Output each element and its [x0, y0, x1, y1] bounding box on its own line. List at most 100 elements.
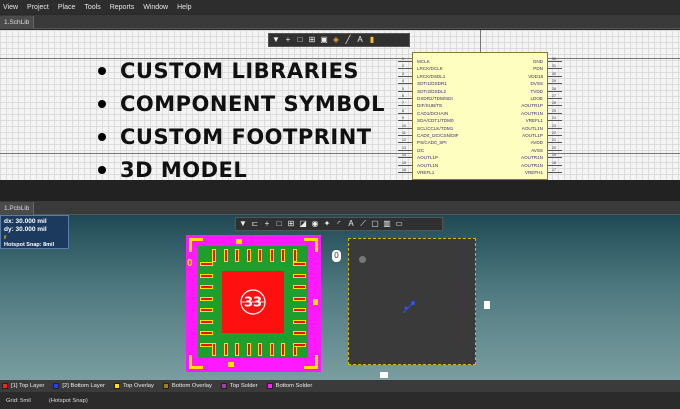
smd-pad[interactable] — [293, 262, 306, 266]
pin-stub-left[interactable] — [398, 98, 412, 99]
pin-stub-right[interactable] — [548, 98, 562, 99]
pin-stub-right[interactable] — [548, 127, 562, 129]
pin-stub-right[interactable] — [548, 157, 562, 159]
smd-pad[interactable] — [212, 249, 216, 262]
plus-icon[interactable]: + — [284, 34, 292, 46]
line-icon[interactable]: ╱ — [344, 34, 352, 46]
pin-stub-right[interactable] — [548, 105, 562, 107]
pin-stub-right[interactable] — [548, 112, 562, 114]
layer-tab[interactable]: Bottom Overlay — [162, 383, 212, 389]
pin-stub-left[interactable] — [398, 172, 412, 173]
text-icon[interactable]: A — [347, 218, 355, 230]
component-symbol-body[interactable]: MCLK GND LRCK/DCLK PDN LRCK/DSDL1 VDD18 SDTI1/… — [412, 52, 548, 180]
smd-pad[interactable] — [293, 308, 306, 312]
pin-stub-right[interactable] — [548, 149, 562, 151]
smd-pad[interactable] — [281, 249, 285, 262]
filter-icon[interactable]: ▼ — [239, 218, 247, 230]
pin-stub-left[interactable] — [398, 68, 412, 70]
smd-pad[interactable] — [200, 308, 213, 312]
pin-stub-left[interactable] — [398, 127, 412, 129]
rect-select-icon[interactable]: □ — [296, 34, 304, 46]
menu-reports[interactable]: Reports — [110, 4, 135, 11]
smd-pad[interactable] — [246, 249, 251, 262]
smd-pad[interactable] — [293, 331, 306, 335]
pin-stub-left[interactable] — [398, 164, 412, 166]
pin-stub-right[interactable] — [548, 68, 562, 70]
drop-icon[interactable]: ◉ — [311, 218, 319, 230]
pin-stub-left[interactable] — [398, 105, 412, 107]
smd-pad[interactable] — [235, 343, 239, 356]
pin-stub-right[interactable] — [548, 135, 562, 136]
pin-stub-right[interactable] — [548, 164, 562, 166]
smd-pad[interactable] — [200, 342, 213, 347]
arc-icon[interactable]: ◜ — [335, 218, 343, 230]
rect-select-icon[interactable]: □ — [275, 218, 283, 230]
align-icon[interactable]: ⊞ — [308, 34, 316, 46]
menu-place[interactable]: Place — [58, 4, 76, 11]
menu-tools[interactable]: Tools — [84, 4, 100, 11]
pin-stub-right[interactable] — [548, 83, 562, 85]
route-icon[interactable]: ⊏ — [251, 218, 259, 230]
eraser-icon[interactable]: ◪ — [299, 218, 307, 230]
pin-stub-left[interactable] — [398, 120, 412, 122]
footprint-qfn[interactable]: 33 — [186, 235, 321, 372]
smd-pad[interactable] — [200, 331, 213, 335]
menu-project[interactable]: Project — [27, 4, 49, 11]
pin-stub-left[interactable] — [398, 90, 412, 92]
component-icon[interactable]: ▣ — [320, 34, 328, 46]
pcb-canvas[interactable]: dx: 30.000 mil dy: 30.000 mil r Hotspot … — [0, 215, 680, 380]
pin-stub-right[interactable] — [548, 142, 562, 144]
pad-icon[interactable]: ✦ — [323, 218, 331, 230]
smd-pad[interactable] — [223, 249, 228, 262]
pin-stub-left[interactable] — [398, 157, 412, 159]
smd-pad[interactable] — [293, 319, 306, 324]
pin-stub-right[interactable] — [548, 90, 562, 92]
bar-chart-icon[interactable]: ▥ — [383, 218, 391, 230]
smd-pad[interactable] — [200, 273, 213, 278]
schematic-canvas[interactable]: ▼ + □ ⊞ ▣ ◈ ╱ A ▮ CUSTOM LIBRARIES COMPO… — [0, 30, 680, 180]
pin-stub-left[interactable] — [398, 75, 412, 77]
pin-stub-right[interactable] — [548, 172, 562, 173]
pin-stub-left[interactable] — [398, 135, 412, 136]
smd-pad[interactable] — [200, 262, 213, 266]
pin-stub-left[interactable] — [398, 112, 412, 114]
menu-view[interactable]: View — [3, 4, 18, 11]
pin-stub-right[interactable] — [548, 75, 562, 77]
smd-pad[interactable] — [200, 296, 213, 301]
smd-pad[interactable] — [281, 343, 285, 356]
menu-help[interactable]: Help — [177, 4, 191, 11]
tab-schlib[interactable]: 1.SchLib — [0, 16, 35, 29]
layer-tab[interactable]: Top Solder — [220, 383, 258, 389]
menu-window[interactable]: Window — [143, 4, 168, 11]
fill-icon[interactable]: ▭ — [395, 218, 403, 230]
pin-stub-left[interactable] — [398, 83, 412, 85]
layer-tab[interactable]: [1] Top Layer — [2, 383, 44, 389]
filter-icon[interactable]: ▼ — [272, 34, 280, 46]
marker-icon[interactable]: ◈ — [332, 34, 340, 46]
smd-pad[interactable] — [246, 343, 251, 356]
smd-pad[interactable] — [269, 343, 274, 356]
align-icon[interactable]: ⊞ — [287, 218, 295, 230]
layer-tab[interactable]: Bottom Solder — [266, 383, 312, 389]
pin-stub-right[interactable] — [548, 120, 562, 122]
pin-stub-left[interactable] — [398, 142, 412, 144]
square-icon[interactable]: ▢ — [371, 218, 379, 230]
smd-pad[interactable] — [258, 249, 262, 262]
smd-pad[interactable] — [200, 319, 213, 324]
tab-pcblib[interactable]: 1.PcbLib — [0, 202, 35, 215]
pin-icon[interactable]: ▮ — [368, 34, 376, 46]
smd-pad[interactable] — [223, 343, 228, 356]
pin-stub-left[interactable] — [398, 149, 412, 151]
text-icon[interactable]: A — [356, 34, 364, 46]
pin-stub-left[interactable] — [398, 61, 412, 62]
smd-pad[interactable] — [293, 342, 306, 347]
smd-pad[interactable] — [292, 249, 297, 262]
3d-model-preview[interactable] — [348, 238, 476, 365]
layer-tab[interactable]: [2] Bottom Layer — [53, 383, 105, 389]
smd-pad[interactable] — [200, 285, 213, 289]
smd-pad[interactable] — [258, 343, 262, 356]
smd-pad[interactable] — [293, 285, 306, 289]
smd-pad[interactable] — [293, 296, 306, 301]
layer-tab[interactable]: Top Overlay — [113, 383, 154, 389]
pin-stub-right[interactable] — [548, 61, 562, 62]
